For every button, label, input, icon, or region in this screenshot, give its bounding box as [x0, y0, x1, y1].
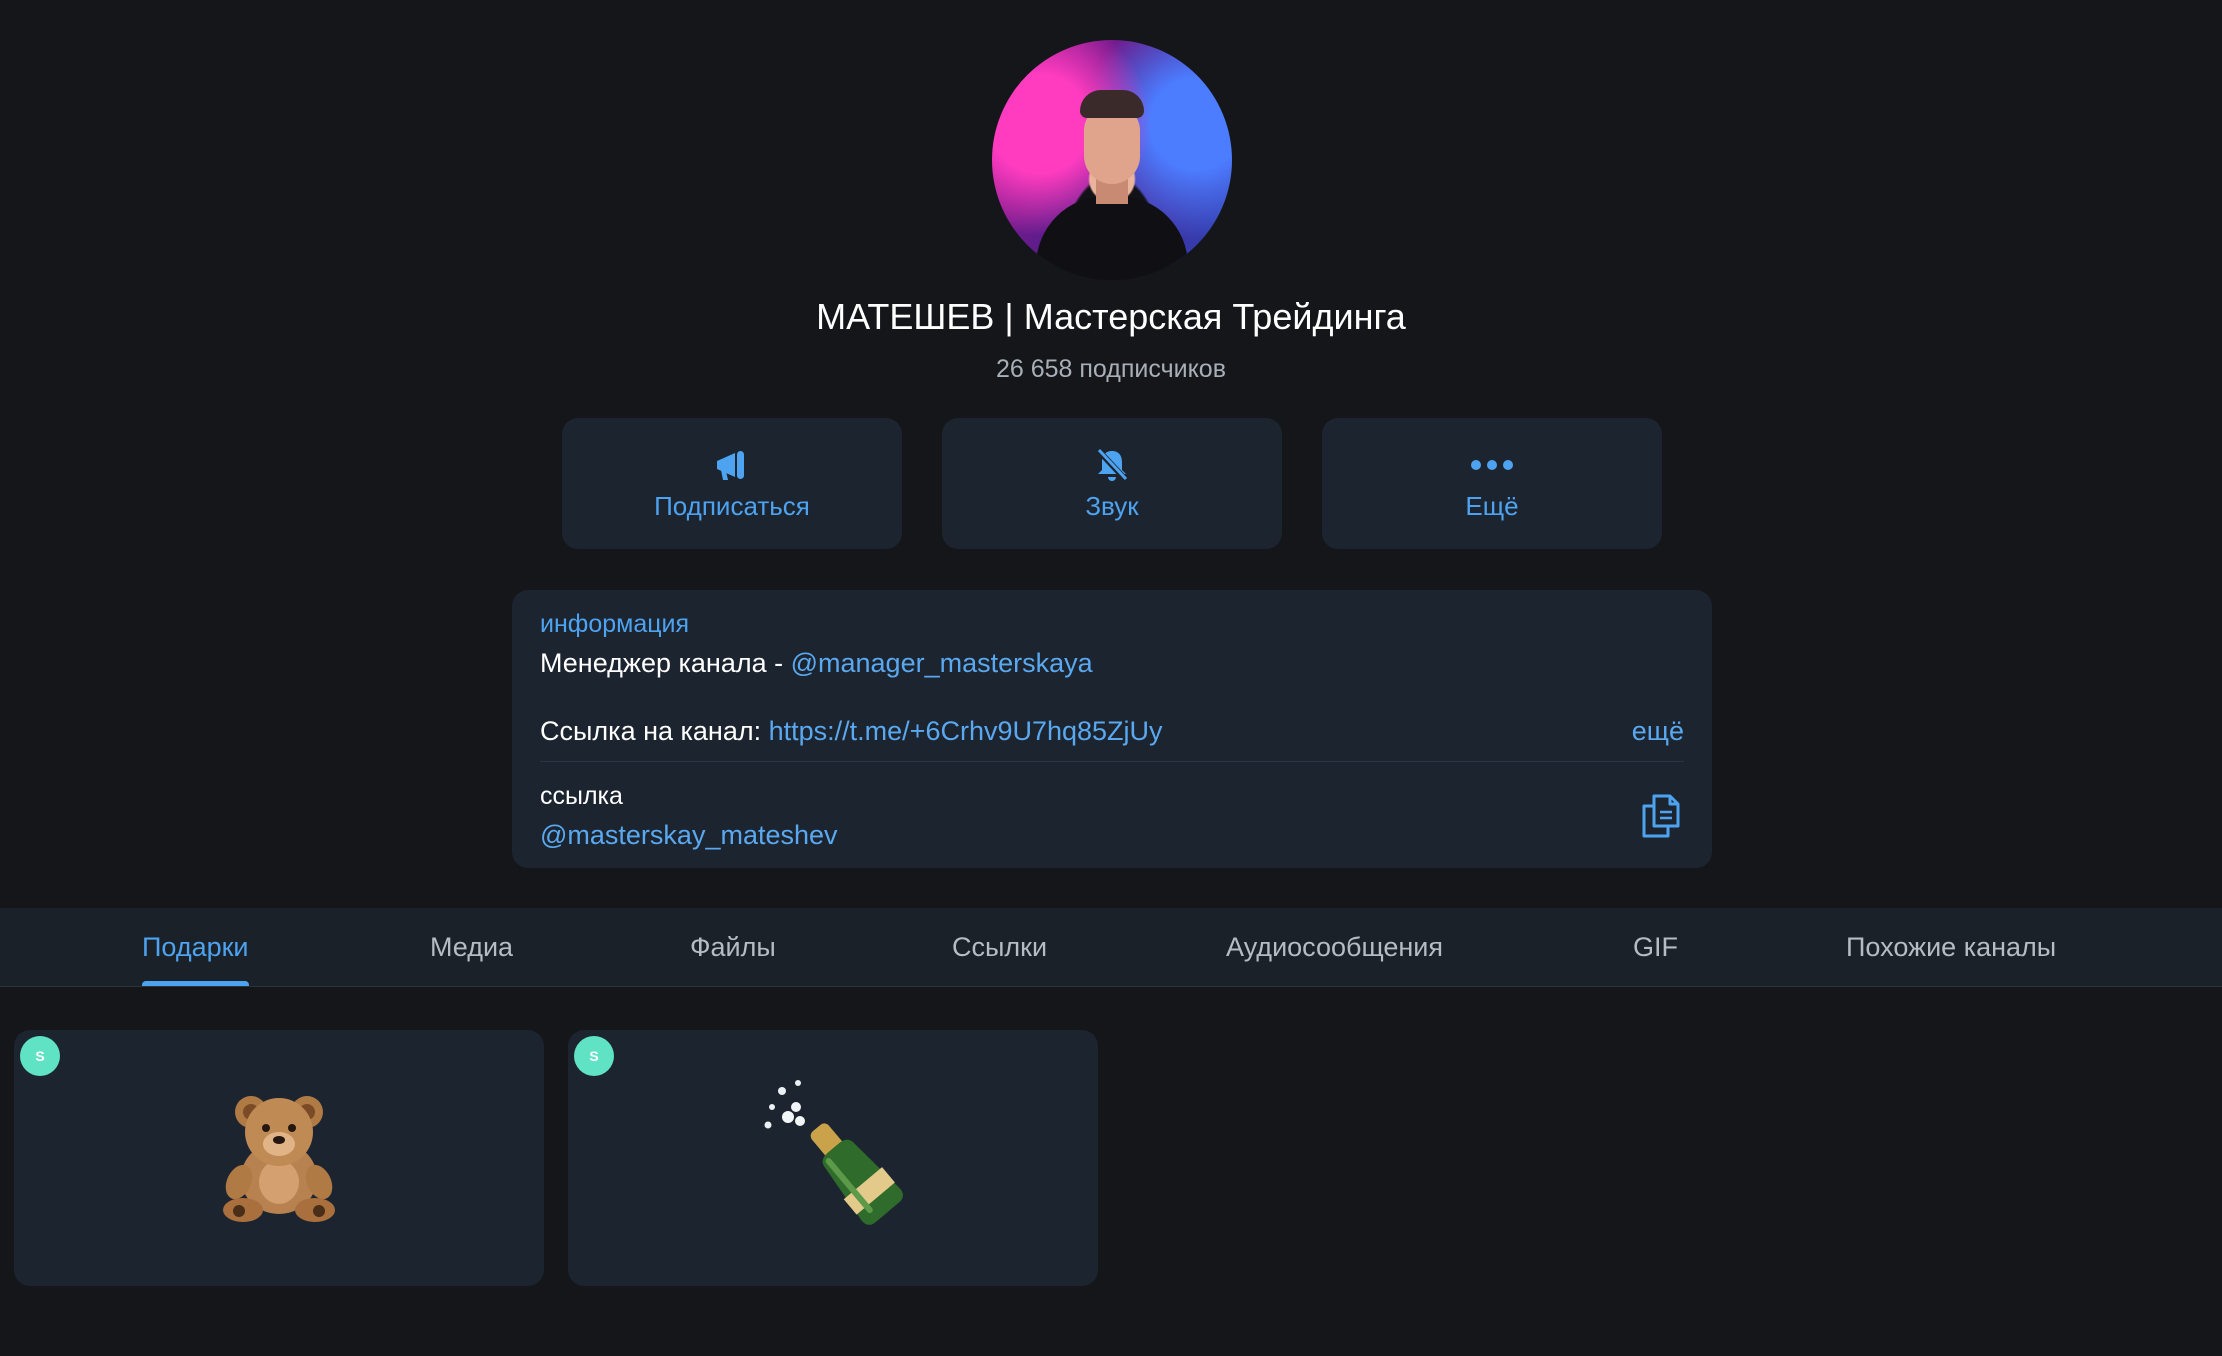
tab-gif[interactable]: GIF: [1633, 908, 1678, 986]
copy-icon[interactable]: [1640, 792, 1682, 840]
megaphone-icon: [713, 445, 751, 485]
info-divider: [540, 761, 1684, 762]
subscribe-label: Подписаться: [654, 491, 810, 521]
tab-links[interactable]: Ссылки: [952, 908, 1047, 986]
gift-card[interactable]: S: [14, 1030, 544, 1286]
bell-off-icon: [1093, 445, 1131, 485]
tab-gif-label: GIF: [1633, 932, 1678, 962]
subscribe-button[interactable]: Подписаться: [562, 418, 902, 549]
channel-invite-link[interactable]: https://t.me/+6Crhv9U7hq85ZjUy: [769, 716, 1163, 746]
media-tab-bar: Подарки Медиа Файлы Ссылки Аудиосообщени…: [0, 908, 2222, 987]
active-tab-indicator: [142, 981, 249, 986]
more-dots-icon: [1469, 445, 1515, 485]
gift-card[interactable]: S: [568, 1030, 1098, 1286]
channel-username[interactable]: @masterskay_mateshev: [540, 820, 838, 851]
gift-badge: S: [574, 1036, 614, 1076]
channel-link-prefix: Ссылка на канал:: [540, 716, 769, 746]
manager-line: Менеджер канала - @manager_masterskaya: [540, 648, 1093, 679]
tab-media[interactable]: Медиа: [430, 908, 513, 986]
champagne-bottle-icon: [568, 1072, 1098, 1232]
tab-links-label: Ссылки: [952, 932, 1048, 962]
tab-gifts[interactable]: Подарки: [142, 908, 249, 986]
tab-gifts-label: Подарки: [142, 932, 249, 962]
sound-label: Звук: [1085, 491, 1139, 521]
avatar-shirt: [1036, 196, 1188, 280]
tab-similar-channels-label: Похожие каналы: [1846, 932, 2057, 962]
sound-button[interactable]: Звук: [942, 418, 1282, 549]
tab-similar-channels[interactable]: Похожие каналы: [1846, 908, 2056, 986]
tab-voice-messages[interactable]: Аудиосообщения: [1226, 908, 1443, 986]
manager-link[interactable]: @manager_masterskaya: [791, 648, 1093, 678]
more-label: Ещё: [1465, 491, 1519, 521]
channel-title: МАТЕШЕВ | Мастерская Трейдинга: [816, 296, 1406, 337]
link-label: ссылка: [540, 782, 623, 810]
info-heading: информация: [540, 610, 690, 638]
gift-badge: S: [20, 1036, 60, 1076]
channel-avatar[interactable]: [992, 40, 1232, 280]
tab-voice-messages-label: Аудиосообщения: [1226, 932, 1444, 962]
tab-files[interactable]: Файлы: [690, 908, 776, 986]
subscriber-count: 26 658 подписчиков: [995, 355, 1226, 383]
more-button[interactable]: Ещё: [1322, 418, 1662, 549]
tab-files-label: Файлы: [690, 932, 776, 962]
show-more-link[interactable]: ещё: [1632, 716, 1684, 747]
tab-media-label: Медиа: [430, 932, 514, 962]
teddy-bear-icon: [14, 1072, 544, 1232]
channel-link-line: Ссылка на канал: https://t.me/+6Crhv9U7h…: [540, 716, 1163, 747]
avatar-hair: [1080, 90, 1144, 118]
info-card: информация Менеджер канала - @manager_ma…: [512, 590, 1712, 868]
manager-prefix: Менеджер канала -: [540, 648, 791, 678]
